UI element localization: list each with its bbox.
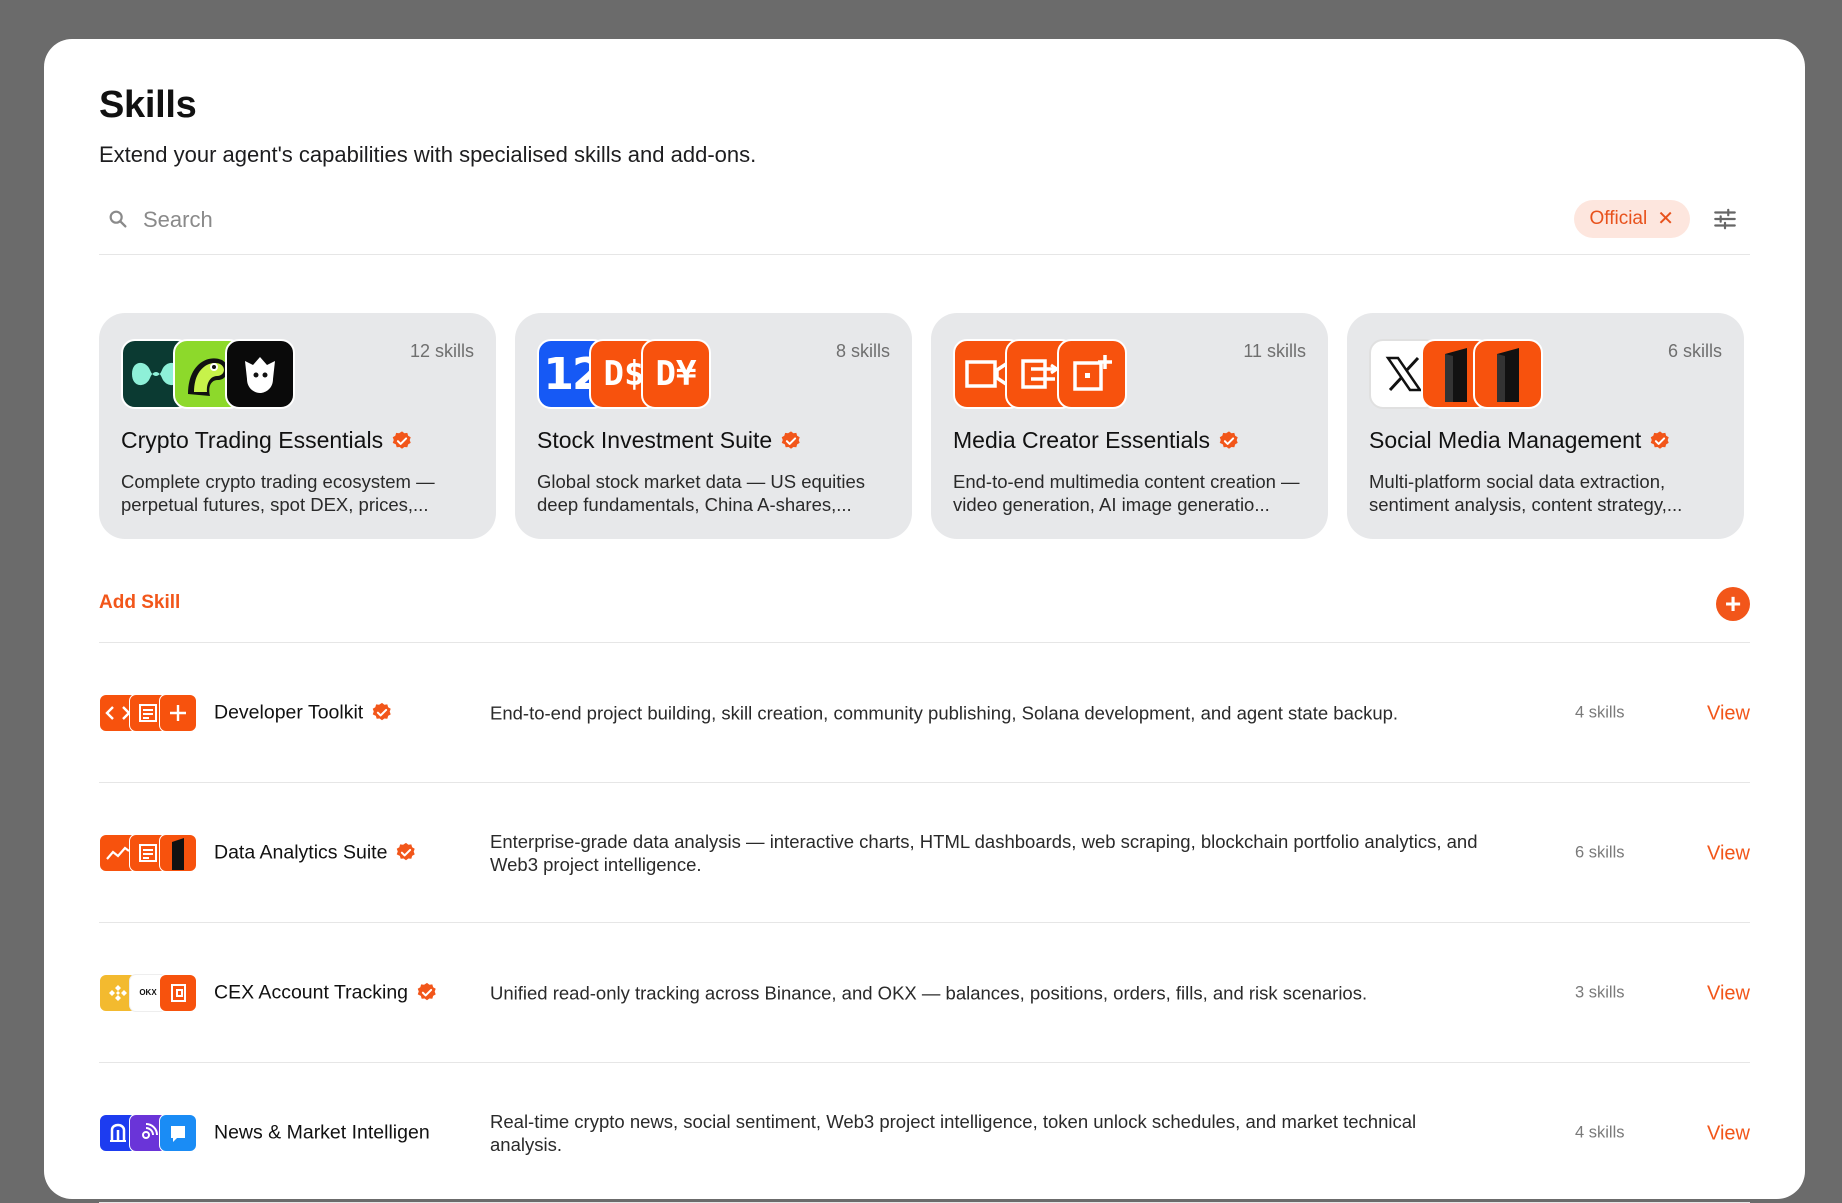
skill-count: 3 skills — [1575, 983, 1625, 1001]
collection-name: Social Media Management — [1369, 427, 1642, 453]
search-bar: Official ✕ — [99, 189, 1750, 255]
sliders-icon[interactable] — [1712, 206, 1738, 232]
dollar-glyph: D$ — [603, 354, 645, 394]
list-item-data-analytics-suite[interactable]: Data Analytics Suite Enterprise-grade da… — [99, 783, 1750, 923]
verified-badge-icon — [1219, 430, 1238, 449]
skill-name: News & Market Intelligen — [214, 1121, 430, 1144]
view-button[interactable]: View — [1707, 982, 1750, 1005]
image-add-icon — [1057, 339, 1127, 409]
skill-name: Developer Toolkit — [214, 701, 393, 724]
row-icons — [99, 833, 197, 872]
collection-icons: 12 D$ D¥ — [537, 339, 711, 409]
skill-name-text: News & Market Intelligen — [214, 1121, 430, 1143]
verified-badge-icon — [1651, 430, 1670, 449]
row-icons — [99, 693, 197, 732]
robot-head-icon — [225, 339, 295, 409]
collection-card-media-creator[interactable]: 11 skills Media Creator Essentials End-t… — [931, 313, 1328, 539]
yuan-icon: D¥ — [641, 339, 711, 409]
skill-description: Unified read-only tracking across Binanc… — [490, 982, 1368, 1003]
collection-count: 8 skills — [835, 341, 890, 361]
featured-collections: 12 skills Crypto Trading Essentials Comp… — [99, 313, 1750, 539]
search-icon — [109, 210, 127, 228]
collection-icons — [1369, 339, 1543, 409]
list-item-developer-toolkit[interactable]: Developer Toolkit End-to-end project bui… — [99, 643, 1750, 783]
collection-title: Stock Investment Suite — [537, 427, 802, 454]
skill-description: Enterprise-grade data analysis — interac… — [490, 830, 1478, 875]
collection-count: 11 skills — [1243, 341, 1306, 361]
okx-glyph: OKX — [139, 988, 157, 997]
block-icon — [1473, 339, 1543, 409]
verified-badge-icon — [781, 430, 800, 449]
collection-description: Multi-platform social data extraction, s… — [1369, 471, 1683, 515]
collection-card-social-media[interactable]: 6 skills Social Media Management Multi-p… — [1347, 313, 1744, 539]
view-button[interactable]: View — [1707, 842, 1750, 865]
collection-description: End-to-end multimedia content creation —… — [953, 471, 1300, 515]
verified-badge-icon — [397, 842, 416, 861]
collection-name: Stock Investment Suite — [537, 427, 773, 453]
collection-card-crypto-trading[interactable]: 12 skills Crypto Trading Essentials Comp… — [99, 313, 496, 539]
skill-description: Real-time crypto news, social sentiment,… — [490, 1110, 1417, 1155]
collection-description: Complete crypto trading ecosystem — perp… — [121, 471, 435, 515]
collection-title: Media Creator Essentials — [953, 427, 1240, 454]
collection-icons — [953, 339, 1127, 409]
collection-description: Global stock market data — US equities d… — [537, 471, 866, 515]
row-icons — [99, 1113, 197, 1152]
skills-panel: Skills Extend your agent's capabilities … — [44, 39, 1805, 1203]
wallet-icon — [159, 973, 197, 1012]
collection-title: Social Media Management — [1369, 427, 1671, 454]
block-icon — [159, 833, 197, 872]
page-title: Skills — [99, 84, 197, 126]
skill-description: End-to-end project building, skill creat… — [490, 702, 1399, 723]
verified-badge-icon — [417, 982, 436, 1001]
official-filter-chip[interactable]: Official ✕ — [1573, 200, 1690, 238]
collection-name: Media Creator Essentials — [953, 427, 1210, 453]
verified-badge-icon — [372, 702, 391, 721]
message-icon — [159, 1113, 197, 1152]
skill-name: Data Analytics Suite — [214, 841, 417, 864]
skills-list: Developer Toolkit End-to-end project bui… — [99, 643, 1750, 1203]
skill-count: 6 skills — [1575, 843, 1625, 861]
yuan-glyph: D¥ — [655, 354, 697, 394]
list-item-news-market-intelligence[interactable]: News & Market Intelligen Real-time crypt… — [99, 1063, 1750, 1203]
add-skill-row: Add Skill + — [99, 587, 1750, 643]
collection-icons — [121, 339, 295, 409]
list-item-cex-account-tracking[interactable]: OKX CEX Account Tracking Unified read-on… — [99, 923, 1750, 1063]
plus-icon — [159, 693, 197, 732]
skill-name: CEX Account Tracking — [214, 981, 438, 1004]
search-input[interactable] — [143, 203, 743, 237]
skill-name-text: Developer Toolkit — [214, 701, 364, 723]
collection-title: Crypto Trading Essentials — [121, 427, 413, 454]
add-skill-link[interactable]: Add Skill — [99, 592, 180, 614]
skill-name-text: CEX Account Tracking — [214, 981, 409, 1003]
skill-count: 4 skills — [1575, 1123, 1625, 1141]
add-skill-button[interactable]: + — [1716, 587, 1750, 621]
skill-count: 4 skills — [1575, 703, 1625, 721]
verified-badge-icon — [392, 430, 411, 449]
view-button[interactable]: View — [1707, 1122, 1750, 1145]
plus-icon: + — [1724, 588, 1742, 619]
official-filter-label: Official — [1589, 208, 1648, 229]
collection-card-stock-investment[interactable]: 12 D$ D¥ 8 skills Stock Investment Suite… — [515, 313, 912, 539]
close-icon[interactable]: ✕ — [1657, 209, 1674, 229]
collection-name: Crypto Trading Essentials — [121, 427, 384, 453]
collection-count: 12 skills — [409, 341, 474, 361]
skill-name-text: Data Analytics Suite — [214, 841, 388, 863]
row-icons: OKX — [99, 973, 197, 1012]
page-subtitle: Extend your agent's capabilities with sp… — [99, 142, 757, 167]
view-button[interactable]: View — [1707, 702, 1750, 725]
collection-count: 6 skills — [1667, 341, 1722, 361]
